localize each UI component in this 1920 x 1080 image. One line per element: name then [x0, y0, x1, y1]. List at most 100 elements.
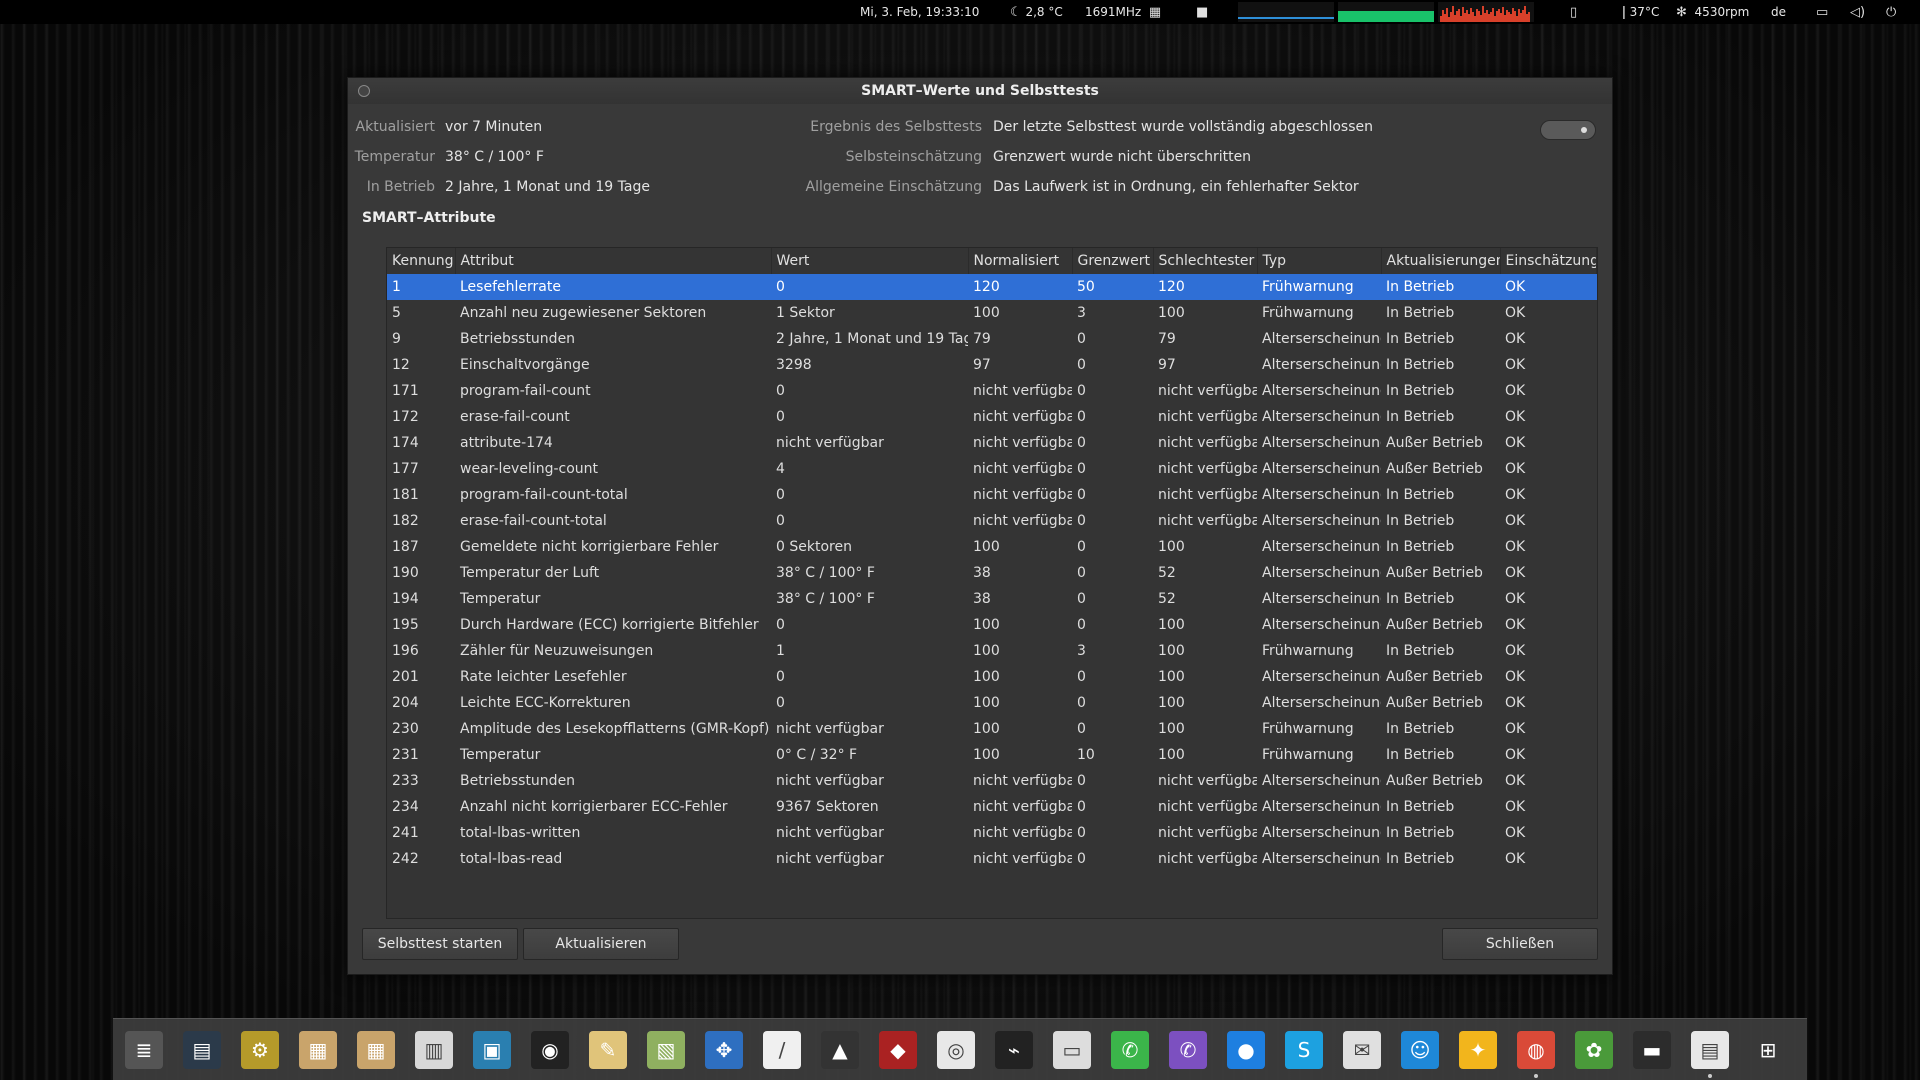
table-cell: OK — [1505, 825, 1526, 841]
column-header[interactable]: Typ — [1257, 248, 1382, 274]
chrome-icon[interactable]: ◍ — [1517, 1030, 1555, 1078]
column-header[interactable]: Einschätzung — [1500, 248, 1597, 274]
table-row[interactable]: 172 erase-fail-count 0 nicht verfügbar 0 nich… — [387, 404, 1597, 430]
removable-drive-indicator[interactable]: ▯ — [1570, 0, 1577, 24]
contacts-icon[interactable]: ☺ — [1401, 1030, 1439, 1069]
column-header[interactable]: Attribut — [455, 248, 772, 274]
draw-icon[interactable]: / — [763, 1030, 801, 1069]
archive-icon[interactable]: ▦ — [357, 1030, 395, 1069]
column-header[interactable]: Aktualisierungen — [1381, 248, 1501, 274]
table-row[interactable]: 201 Rate leichter Lesefehler 0 100 0 100 Alter… — [387, 664, 1597, 690]
blender-icon[interactable]: ◎ — [937, 1030, 975, 1069]
column-header[interactable]: Kennung — [387, 248, 456, 274]
table-row[interactable]: 181 program-fail-count-total 0 nicht verfüg… — [387, 482, 1597, 508]
smart-toggle[interactable] — [1540, 120, 1596, 140]
steam-icon[interactable]: ⌁ — [995, 1030, 1033, 1069]
table-row[interactable]: 241 total-lbas-written nicht verfügbar nich… — [387, 820, 1597, 846]
mail-icon[interactable]: ✉ — [1343, 1030, 1381, 1069]
system-tools-icon[interactable]: ⚙ — [241, 1030, 279, 1069]
network-graph[interactable] — [1238, 2, 1334, 22]
table-row[interactable]: 5 Anzahl neu zugewiesener Sektoren 1 Sekto… — [387, 300, 1597, 326]
camera-icon[interactable]: ◉ — [531, 1030, 569, 1069]
table-cell: In Betrieb — [1386, 591, 1455, 607]
start-selftest-button[interactable]: Selbsttest starten — [362, 928, 518, 960]
owl-icon[interactable]: ✿ — [1575, 1030, 1613, 1069]
keyboard-layout-indicator[interactable]: de — [1771, 0, 1786, 24]
display-indicator[interactable]: ▭ — [1816, 0, 1828, 24]
cpu-freq-indicator[interactable]: 1691MHz ▦ — [1085, 0, 1161, 24]
table-cell: 0 — [1077, 825, 1086, 841]
column-header[interactable]: Schlechtester — [1153, 248, 1258, 274]
photos-icon[interactable]: ▧ — [647, 1030, 685, 1069]
smart-attributes-table[interactable]: Kennung Attribut Wert Normalisiert Grenzwert… — [386, 247, 1598, 919]
app-grid-icon[interactable]: ⊞ — [1749, 1031, 1787, 1069]
messenger-icon[interactable]: ● — [1227, 1030, 1265, 1069]
monitor-icon[interactable]: ▬ — [1633, 1030, 1671, 1069]
dialog-titlebar[interactable]: SMART–Werte und Selbsttests — [348, 78, 1612, 104]
scanner-icon[interactable]: ▭ — [1053, 1030, 1091, 1069]
table-cell: OK — [1505, 643, 1526, 659]
phone-icon[interactable]: ✆ — [1111, 1030, 1149, 1069]
table-row[interactable]: 242 total-lbas-read nicht verfügbar nicht v… — [387, 846, 1597, 872]
column-header[interactable]: Grenzwert — [1072, 248, 1154, 274]
table-cell: OK — [1505, 305, 1526, 321]
table-row[interactable]: 187 Gemeldete nicht korrigierbare Fehler 0… — [387, 534, 1597, 560]
table-row[interactable]: 174 attribute-174 nicht verfügbar nicht ver… — [387, 430, 1597, 456]
column-header[interactable]: Normalisiert — [968, 248, 1073, 274]
table-cell: 231 — [392, 747, 419, 763]
table-cell: 100 — [973, 721, 1000, 737]
table-row[interactable]: 204 Leichte ECC-Korrekturen 0 100 0 100 Alters… — [387, 690, 1597, 716]
table-row[interactable]: 1 Lesefehlerrate 0 120 50 120 Frühwarnung In Be… — [387, 274, 1597, 300]
table-row[interactable]: 194 Temperatur 38° C / 100° F 38 0 52 Alterser… — [387, 586, 1597, 612]
table-row[interactable]: 177 wear-leveling-count 4 nicht verfügbar 0 n… — [387, 456, 1597, 482]
document-viewer-icon[interactable]: ▤ — [1691, 1030, 1729, 1078]
table-cell: Betriebsstunden — [460, 773, 576, 789]
table-row[interactable]: 182 erase-fail-count-total 0 nicht verfügba… — [387, 508, 1597, 534]
close-button[interactable]: Schließen — [1442, 928, 1598, 960]
refresh-button[interactable]: Aktualisieren — [523, 928, 679, 960]
temperature-indicator[interactable]: ǀ 37°C — [1622, 0, 1659, 24]
table-row[interactable]: 196 Zähler für Neuzuweisungen 1 100 3 100 Früh… — [387, 638, 1597, 664]
clock[interactable]: Mi, 3. Feb, 19:33:10 — [860, 0, 979, 24]
weather-indicator[interactable]: ☾ 2,8 °C — [1010, 0, 1063, 24]
terminal-icon[interactable]: ▤ — [183, 1030, 221, 1069]
table-cell: 79 — [973, 331, 991, 347]
game-icon[interactable]: ◆ — [879, 1030, 917, 1069]
text-editor-icon[interactable]: ✎ — [589, 1030, 627, 1069]
file-manager-icon[interactable]: ≣ — [125, 1030, 163, 1069]
table-row[interactable]: 190 Temperatur der Luft 38° C / 100° F 38 0 5… — [387, 560, 1597, 586]
table-row[interactable]: 233 Betriebsstunden nicht verfügbar nicht v… — [387, 768, 1597, 794]
table-cell: In Betrieb — [1386, 643, 1455, 659]
warning-app-icon[interactable]: ▲ — [821, 1030, 859, 1069]
table-row[interactable]: 195 Durch Hardware (ECC) korrigierte Bitf… — [387, 612, 1597, 638]
cpu-graph[interactable] — [1438, 2, 1534, 22]
skype-icon[interactable]: S — [1285, 1030, 1323, 1069]
table-row[interactable]: 12 Einschaltvorgänge 3298 97 0 97 Altersersche… — [387, 352, 1597, 378]
table-cell: erase-fail-count-total — [460, 513, 607, 529]
power-indicator[interactable]: ⏻ — [1886, 0, 1896, 24]
table-row[interactable]: 9 Betriebsstunden 2 Jahre, 1 Monat und 19 … — [387, 326, 1597, 352]
system-tools-glyph: ⚙ — [251, 1037, 269, 1062]
viber-icon[interactable]: ✆ — [1169, 1030, 1207, 1069]
table-cell: 0 — [1077, 565, 1086, 581]
disk-utility-icon[interactable]: ▥ — [415, 1030, 453, 1069]
notes-icon[interactable]: ▦ — [299, 1030, 337, 1069]
video-indicator[interactable]: ■ — [1196, 0, 1208, 24]
table-cell: Alterserscheinung — [1262, 825, 1381, 841]
ideas-icon[interactable]: ✦ — [1459, 1030, 1497, 1069]
column-header[interactable]: Wert — [771, 248, 969, 274]
image-viewer-icon[interactable]: ▣ — [473, 1030, 511, 1069]
table-cell: 0 — [1077, 617, 1086, 633]
table-row[interactable]: 231 Temperatur 0° C / 32° F 100 10 100 Frühwar… — [387, 742, 1597, 768]
screenshot-icon[interactable]: ✥ — [705, 1030, 743, 1069]
table-row[interactable]: 230 Amplitude des Lesekopfflatterns (GMR-… — [387, 716, 1597, 742]
table-row[interactable]: 234 Anzahl nicht korrigierbarer ECC-Fehle… — [387, 794, 1597, 820]
table-row[interactable]: 171 program-fail-count 0 nicht verfügbar 0 ni… — [387, 378, 1597, 404]
table-cell: nicht verfügbar — [776, 851, 884, 867]
memory-graph[interactable] — [1338, 2, 1434, 22]
network-graph-line — [1238, 17, 1334, 19]
volume-indicator[interactable]: ◁) — [1850, 0, 1865, 24]
fan-indicator[interactable]: ✻ 4530rpm — [1676, 0, 1749, 24]
photos-glyph: ▧ — [656, 1037, 676, 1062]
close-icon[interactable] — [358, 85, 370, 97]
